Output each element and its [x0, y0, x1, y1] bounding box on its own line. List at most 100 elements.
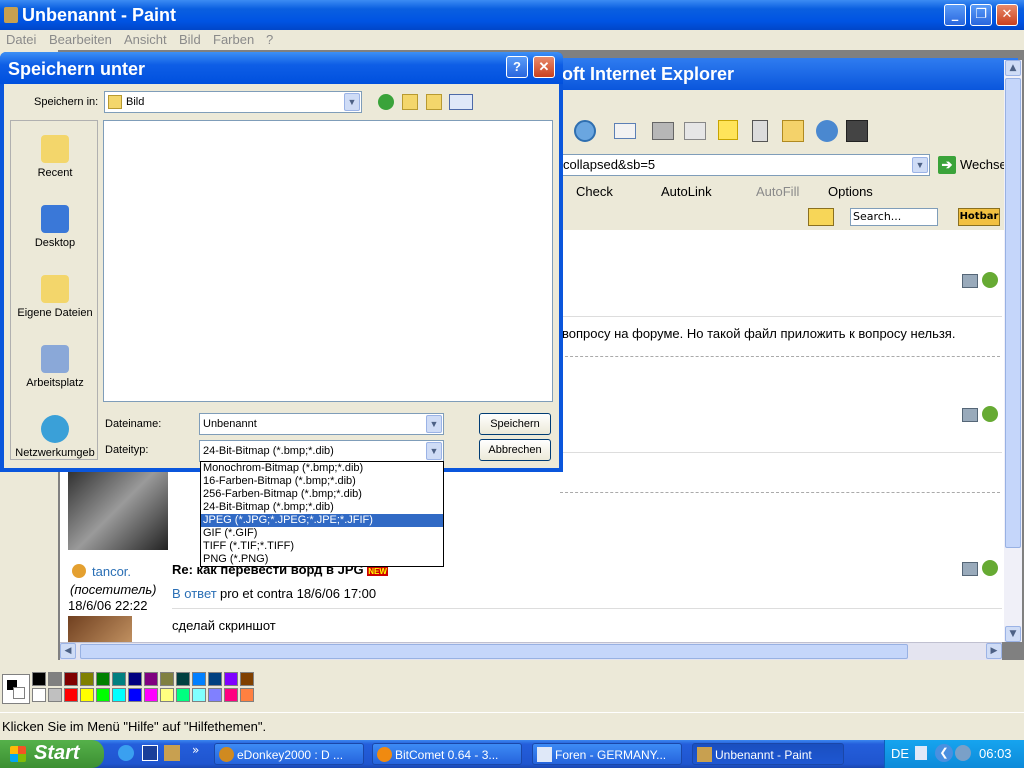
quicklaunch-more-icon[interactable]: » — [192, 743, 199, 757]
reply-user-icon-2[interactable] — [982, 406, 998, 422]
hotbar-search-input[interactable]: Search... — [850, 208, 938, 226]
address-bar[interactable]: collapsed&sb=5 ▼ — [560, 154, 930, 176]
envelope-icon[interactable] — [808, 208, 834, 226]
scroll-up-button[interactable]: ▲ — [1005, 60, 1021, 76]
messenger-icon[interactable] — [752, 120, 768, 142]
edit-icon[interactable] — [684, 122, 706, 140]
color-swatch[interactable] — [128, 688, 142, 702]
filetype-dropdown-arrow[interactable]: ▼ — [426, 442, 442, 460]
place-network[interactable]: Netzwerkumgeb — [11, 409, 99, 479]
color-swatch[interactable] — [96, 672, 110, 686]
place-my-documents[interactable]: Eigene Dateien — [11, 269, 99, 339]
back-icon[interactable] — [378, 94, 394, 110]
menu-farben[interactable]: Farben — [213, 32, 254, 47]
color-swatch[interactable] — [112, 672, 126, 686]
color-swatch[interactable] — [32, 672, 46, 686]
color-swatch[interactable] — [240, 688, 254, 702]
language-indicator[interactable]: DE — [891, 746, 909, 761]
filename-dropdown-arrow[interactable]: ▼ — [426, 415, 442, 433]
tray-network-icon[interactable] — [915, 746, 927, 760]
hotbar-button[interactable]: Hotbar — [958, 208, 1000, 226]
place-desktop[interactable]: Desktop — [11, 199, 99, 269]
scroll-right-button[interactable]: ▶ — [986, 643, 1002, 659]
color-swatch[interactable] — [48, 688, 62, 702]
filetype-option-monochrome[interactable]: Monochrom-Bitmap (*.bmp;*.dib) — [201, 462, 443, 475]
print-post-icon-2[interactable] — [962, 408, 978, 422]
print-post-icon-3[interactable] — [962, 562, 978, 576]
color-swatch[interactable] — [192, 688, 206, 702]
save-button[interactable]: Speichern — [479, 413, 551, 435]
bag-icon[interactable] — [782, 120, 804, 142]
vertical-scroll-thumb[interactable] — [1005, 78, 1021, 548]
color-swatch[interactable] — [208, 672, 222, 686]
background-color[interactable] — [13, 687, 25, 699]
maximize-button[interactable]: ❐ — [970, 4, 992, 26]
task-foren[interactable]: Foren - GERMANY... — [532, 743, 682, 765]
expand-icon[interactable] — [846, 120, 868, 142]
filetype-option-jpeg[interactable]: JPEG (*.JPG;*.JPEG;*.JPE;*.JFIF) — [201, 514, 443, 527]
quicklaunch-ie-icon[interactable] — [118, 745, 134, 761]
view-menu-icon[interactable] — [449, 94, 473, 110]
color-swatch[interactable] — [32, 688, 46, 702]
color-swatch[interactable] — [80, 688, 94, 702]
filetype-option-gif[interactable]: GIF (*.GIF) — [201, 527, 443, 540]
color-swatch[interactable] — [80, 672, 94, 686]
color-swatch[interactable] — [224, 672, 238, 686]
tray-app-icon[interactable] — [955, 745, 971, 761]
color-swatch[interactable] — [192, 672, 206, 686]
quicklaunch-word-icon[interactable] — [142, 745, 158, 761]
horizontal-scroll-thumb[interactable] — [80, 644, 908, 659]
horizontal-scrollbar[interactable]: ◀ ▶ — [60, 642, 1002, 660]
color-swatch[interactable] — [144, 688, 158, 702]
filetype-select[interactable]: 24-Bit-Bitmap (*.bmp;*.dib) ▼ — [199, 440, 444, 462]
start-button[interactable]: Start — [0, 740, 104, 768]
save-in-dropdown-arrow[interactable]: ▼ — [344, 93, 360, 111]
scroll-left-button[interactable]: ◀ — [60, 643, 76, 659]
menu-datei[interactable]: Datei — [6, 32, 36, 47]
save-in-combo[interactable]: Bild ▼ — [104, 91, 362, 113]
task-bitcomet[interactable]: BitComet 0.64 - 3... — [372, 743, 522, 765]
task-edonkey[interactable]: eDonkey2000 : D ... — [214, 743, 364, 765]
place-my-computer[interactable]: Arbeitsplatz — [11, 339, 99, 409]
cancel-button[interactable]: Abbrechen — [479, 439, 551, 461]
save-dialog-title-bar[interactable]: Speichern unter ? ✕ — [0, 52, 563, 84]
color-swatch[interactable] — [176, 672, 190, 686]
check-label[interactable]: Check — [576, 184, 613, 199]
color-swatch[interactable] — [128, 672, 142, 686]
autolink-label[interactable]: AutoLink — [661, 184, 712, 199]
color-swatch[interactable] — [208, 688, 222, 702]
new-folder-icon[interactable] — [426, 94, 442, 110]
dialog-close-button[interactable]: ✕ — [533, 56, 555, 78]
color-swatch[interactable] — [160, 672, 174, 686]
menu-bearbeiten[interactable]: Bearbeiten — [49, 32, 112, 47]
menu-ansicht[interactable]: Ansicht — [124, 32, 167, 47]
place-recent[interactable]: Recent — [11, 129, 99, 199]
reply-user-icon[interactable] — [982, 272, 998, 288]
minimize-button[interactable]: _ — [944, 4, 966, 26]
filetype-option-tiff[interactable]: TIFF (*.TIF;*.TIFF) — [201, 540, 443, 553]
filename-input[interactable]: Unbenannt ▼ — [199, 413, 444, 435]
tray-expand-icon[interactable]: ❮ — [935, 744, 953, 762]
help-button[interactable]: ? — [506, 56, 528, 78]
network-icon[interactable] — [816, 120, 838, 142]
file-list[interactable] — [103, 120, 553, 402]
scroll-down-button[interactable]: ▼ — [1005, 626, 1021, 642]
post-username[interactable]: tancor. — [92, 564, 131, 579]
print-post-icon[interactable] — [962, 274, 978, 288]
menu-help[interactable]: ? — [266, 32, 273, 47]
up-folder-icon[interactable] — [402, 94, 418, 110]
close-button[interactable]: ✕ — [996, 4, 1018, 26]
filetype-option-png[interactable]: PNG (*.PNG) — [201, 553, 443, 566]
address-dropdown-arrow[interactable]: ▼ — [912, 157, 928, 173]
color-swatch[interactable] — [96, 688, 110, 702]
quicklaunch-paint-icon[interactable] — [164, 745, 180, 761]
vertical-scrollbar[interactable]: ▲ ▼ — [1004, 60, 1022, 642]
history-icon[interactable] — [574, 120, 596, 142]
color-swatch[interactable] — [224, 688, 238, 702]
reply-link[interactable]: В ответ — [172, 586, 217, 601]
filetype-dropdown-list[interactable]: Monochrom-Bitmap (*.bmp;*.dib) 16-Farben… — [200, 461, 444, 567]
mail-icon[interactable] — [614, 123, 636, 139]
color-swatch[interactable] — [160, 688, 174, 702]
color-swatch[interactable] — [112, 688, 126, 702]
filetype-option-16-color[interactable]: 16-Farben-Bitmap (*.bmp;*.dib) — [201, 475, 443, 488]
